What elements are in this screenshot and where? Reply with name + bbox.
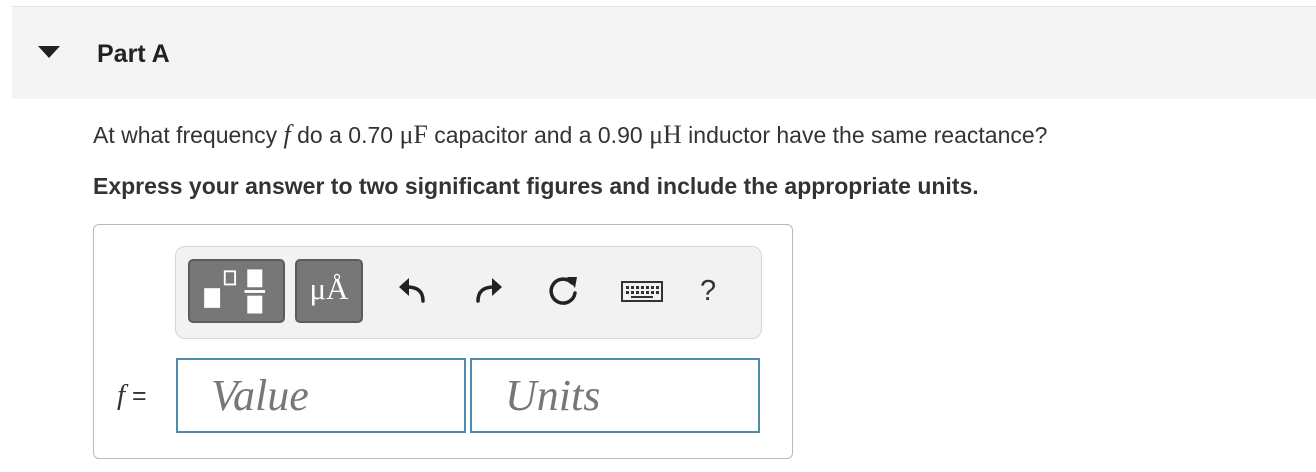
value-input[interactable]: Value xyxy=(176,358,466,433)
question-text-capacitance: do a 0.70 xyxy=(290,122,400,148)
help-icon[interactable]: ? xyxy=(700,275,716,308)
answer-variable: f xyxy=(117,379,126,411)
collapse-caret-icon[interactable] xyxy=(38,46,60,58)
units-button[interactable]: μÅ xyxy=(295,259,363,323)
answer-variable-label: f = xyxy=(117,379,147,412)
math-toolbar: μÅ ? xyxy=(175,246,762,339)
keyboard-icon[interactable] xyxy=(620,273,664,309)
answer-instruction: Express your answer to two significant f… xyxy=(93,173,979,199)
question-text-end: inductor have the same reactance? xyxy=(681,122,1048,148)
templates-icon xyxy=(204,269,266,314)
capacitance-unit: μF xyxy=(399,120,428,149)
value-placeholder: Value xyxy=(211,371,309,420)
undo-icon[interactable] xyxy=(395,273,431,309)
templates-button[interactable] xyxy=(188,259,285,323)
redo-icon[interactable] xyxy=(470,273,506,309)
reset-icon[interactable] xyxy=(545,273,581,309)
question-text-inductance: capacitor and a 0.90 xyxy=(427,122,650,148)
inductance-unit: μH xyxy=(649,120,682,149)
units-icon: μÅ xyxy=(309,271,349,306)
units-placeholder: Units xyxy=(505,371,601,420)
equals-sign: = xyxy=(125,382,147,410)
frequency-variable: f xyxy=(283,120,291,149)
question-text: At what frequency f do a 0.70 μF capacit… xyxy=(93,120,1047,150)
part-title[interactable]: Part A xyxy=(97,40,170,69)
question-text-start: At what frequency xyxy=(93,122,284,148)
units-input[interactable]: Units xyxy=(470,358,760,433)
answer-box: μÅ ? f = Value Units xyxy=(93,224,793,459)
part-header[interactable] xyxy=(12,7,1316,99)
